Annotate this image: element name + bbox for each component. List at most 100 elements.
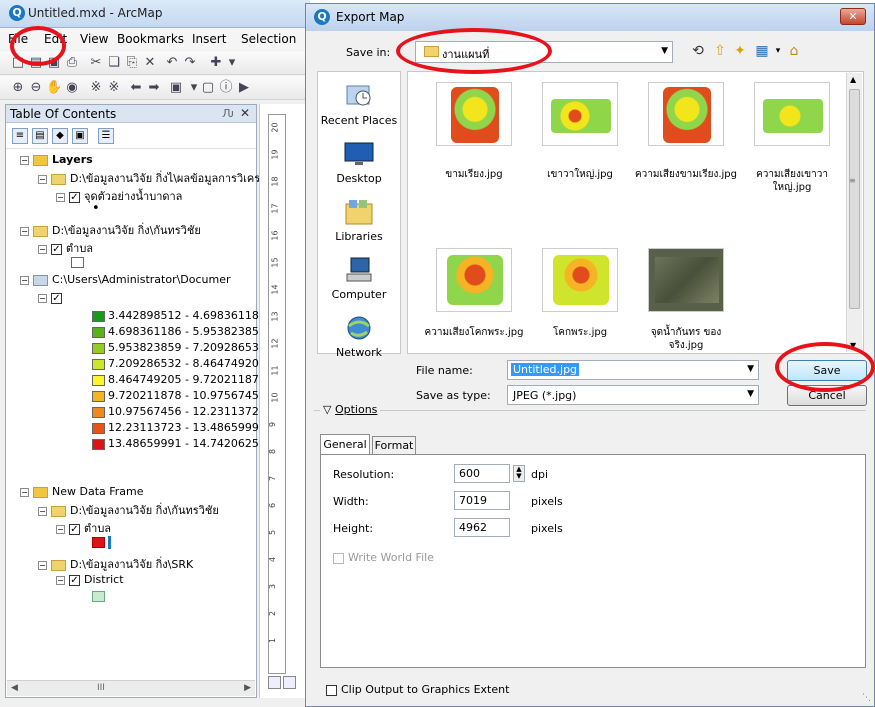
toc-layer-row[interactable]: − ✓: [38, 291, 66, 304]
toc-group-row[interactable]: − D:\ข้อมูลงานวิจัย กิ่ง\กันทรวิชัย: [38, 501, 219, 519]
zoom-in-icon[interactable]: ⊕: [10, 80, 26, 96]
list-by-selection-icon[interactable]: ▣: [72, 128, 88, 144]
paste-icon[interactable]: ⎘: [124, 55, 140, 71]
file-name-value[interactable]: Untitled.jpg: [511, 363, 580, 376]
resolution-spinner[interactable]: ▲ ▼: [513, 465, 525, 482]
delete-icon[interactable]: ✕: [142, 55, 158, 71]
file-item[interactable]: โคกพระ.jpg: [528, 248, 632, 339]
pan-hand-icon[interactable]: ✋: [46, 80, 62, 96]
chevron-down-icon[interactable]: ▼: [661, 46, 668, 56]
file-item[interactable]: ขามเรียง.jpg: [422, 82, 526, 181]
save-as-type-dropdown[interactable]: JPEG (*.jpg) ▼: [507, 385, 759, 405]
collapse-icon[interactable]: −: [20, 155, 29, 165]
home-folder-icon[interactable]: ⌂: [785, 42, 803, 60]
select-elements-arrow-icon[interactable]: ▶: [236, 80, 252, 96]
file-list-scrollbar[interactable]: ▲ ≡ ▼: [846, 73, 862, 352]
collapse-icon[interactable]: −: [38, 293, 47, 303]
clip-output-option[interactable]: Clip Output to Graphics Extent: [326, 683, 509, 696]
undo-icon[interactable]: ↶: [164, 55, 180, 71]
scrollbar-grip[interactable]: III: [97, 683, 105, 693]
zoom-out-icon[interactable]: ⊖: [28, 80, 44, 96]
toc-group-row[interactable]: − D:\ข้อมูลงานวิจัย กิ่ง\กันทรวิชัย: [20, 221, 201, 239]
list-by-visibility-icon[interactable]: ◆: [52, 128, 68, 144]
collapse-icon[interactable]: −: [56, 524, 65, 534]
toc-horizontal-scrollbar[interactable]: ◀ III ▶: [7, 680, 255, 696]
copy-icon[interactable]: ❏: [106, 55, 122, 71]
layer-visibility-checkbox[interactable]: ✓: [69, 574, 80, 586]
menu-view[interactable]: View: [80, 32, 108, 46]
data-view-button[interactable]: [268, 676, 281, 689]
identify-icon[interactable]: ⓘ: [218, 80, 234, 96]
file-item[interactable]: จุดน้ำกันทร ของจริง.jpg: [634, 248, 738, 352]
list-by-drawing-order-icon[interactable]: ≡: [12, 128, 28, 144]
print-icon[interactable]: ⎙: [64, 55, 80, 71]
place-libraries[interactable]: Libraries: [318, 198, 400, 243]
collapse-icon[interactable]: −: [56, 575, 65, 585]
close-icon[interactable]: ✕: [840, 8, 866, 25]
write-world-file-checkbox[interactable]: [333, 552, 344, 564]
file-item[interactable]: ความเสียงโคกพระ.jpg: [422, 248, 526, 339]
resize-grip-icon[interactable]: ⋱: [862, 693, 871, 703]
add-data-icon[interactable]: ✚: [208, 55, 224, 71]
scroll-left-icon[interactable]: ◀: [11, 683, 18, 693]
redo-icon[interactable]: ↷: [182, 55, 198, 71]
file-item[interactable]: เขาวาใหญ่.jpg: [528, 82, 632, 181]
layer-visibility-checkbox[interactable]: ✓: [69, 191, 80, 203]
resolution-input[interactable]: 600: [454, 464, 510, 483]
toc-layer-row[interactable]: − ✓ จุดตัวอย่างน้ำบาดาล: [56, 187, 182, 205]
height-input[interactable]: 4962: [454, 518, 510, 537]
chevron-down-icon[interactable]: ▼: [747, 364, 754, 374]
cut-icon[interactable]: ✂: [88, 55, 104, 71]
collapse-icon[interactable]: −: [20, 487, 29, 497]
collapse-icon[interactable]: −: [38, 560, 47, 570]
back-icon[interactable]: ⟲: [689, 42, 707, 60]
menu-bookmarks[interactable]: Bookmarks: [117, 32, 184, 46]
layers-frame-row[interactable]: − Layers: [20, 153, 93, 166]
file-item[interactable]: ความเสียงเขาวาใหญ่.jpg: [740, 82, 844, 194]
full-extent-icon[interactable]: ◉: [64, 80, 80, 96]
fixed-zoom-in-icon[interactable]: ※: [88, 80, 104, 96]
menu-selection[interactable]: Selection: [241, 32, 296, 46]
place-desktop[interactable]: Desktop: [318, 140, 400, 185]
collapse-icon[interactable]: −: [38, 506, 47, 516]
place-network[interactable]: Network: [318, 314, 400, 359]
write-world-file-option[interactable]: Write World File: [333, 551, 434, 564]
collapse-icon[interactable]: −: [20, 275, 29, 285]
toc-group-row[interactable]: − D:\ข้อมูลงานวิจัย กิ่ง\SRK: [38, 555, 193, 573]
file-list[interactable]: ขามเรียง.jpg เขาวาใหญ่.jpg ความเสียงขามเ…: [407, 71, 864, 354]
tab-format[interactable]: Format: [372, 436, 416, 455]
collapse-icon[interactable]: −: [20, 226, 29, 236]
width-input[interactable]: 7019: [454, 491, 510, 510]
scrollbar-thumb[interactable]: [849, 89, 860, 309]
place-computer[interactable]: Computer: [318, 256, 400, 301]
file-item[interactable]: ความเสียงขามเรียง.jpg: [634, 82, 738, 181]
chevron-down-icon[interactable]: ▼: [747, 389, 754, 399]
collapse-icon[interactable]: −: [38, 174, 47, 184]
layout-view-button[interactable]: [283, 676, 296, 689]
tab-general[interactable]: General: [320, 434, 370, 455]
layer-visibility-checkbox[interactable]: ✓: [51, 243, 62, 255]
toc-group-row[interactable]: − D:\ข้อมูลงานวิจัย กิ่งไ\ผลข้อมูลการวิเค…: [38, 169, 260, 187]
file-name-input[interactable]: Untitled.jpg ▼: [507, 360, 759, 380]
data-frame-row[interactable]: − New Data Frame: [20, 485, 144, 498]
toc-layer-row[interactable]: − ✓ District: [56, 573, 124, 586]
select-features-icon[interactable]: ▣: [168, 80, 184, 96]
toc-group-row[interactable]: − C:\Users\Administrator\Documer: [20, 273, 231, 286]
collapse-icon[interactable]: −: [38, 244, 47, 254]
toc-close-icon[interactable]: ✕: [240, 106, 250, 120]
layer-visibility-checkbox[interactable]: ✓: [51, 292, 62, 304]
menu-insert[interactable]: Insert: [192, 32, 226, 46]
fixed-zoom-out-icon[interactable]: ※: [106, 80, 122, 96]
clear-selection-icon[interactable]: ▢: [200, 80, 216, 96]
pin-icon[interactable]: Ԉ: [222, 107, 234, 120]
forward-arrow-icon[interactable]: ➡: [146, 80, 162, 96]
options-toggle[interactable]: ▽ Options: [320, 403, 381, 416]
up-folder-icon[interactable]: ⇧: [711, 42, 729, 60]
place-recent-places[interactable]: Recent Places: [318, 82, 400, 127]
list-by-source-icon[interactable]: ▤: [32, 128, 48, 144]
collapse-icon[interactable]: −: [56, 192, 65, 202]
clip-output-checkbox[interactable]: [326, 684, 337, 696]
layer-visibility-checkbox[interactable]: ✓: [69, 523, 80, 535]
layout-view[interactable]: 20 19 18 17 16 15 14 13 12 11 10 9 8 7 6 5 4 3 2 1: [259, 104, 310, 698]
chevron-down-icon[interactable]: ▾: [224, 55, 240, 71]
